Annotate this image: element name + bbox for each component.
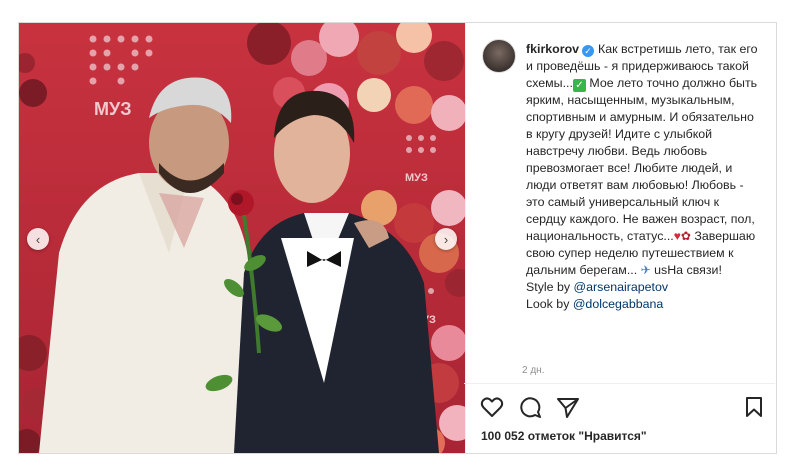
check-mark-emoji-icon: ✓ <box>572 79 586 92</box>
photo-illustration: МУЗ МУЗ МУЗ <box>19 23 465 453</box>
red-heart-emoji-icon: ♥ <box>673 229 681 243</box>
post-date[interactable]: 2 дн. <box>522 365 544 376</box>
avatar[interactable] <box>482 39 516 73</box>
chevron-right-icon[interactable]: › <box>435 228 457 250</box>
look-credit: Look by @dolcegabbana <box>526 297 664 311</box>
post-caption: fkirkorov ✓ Как встретишь лето, так его и … <box>526 41 758 313</box>
rose-emoji-icon: ✿ <box>680 229 691 243</box>
post-photo[interactable]: МУЗ МУЗ МУЗ <box>19 23 465 453</box>
heart-outline-icon[interactable] <box>480 396 504 418</box>
caption-line: национальность, статус... <box>526 229 674 243</box>
person-right <box>234 90 439 453</box>
style-credit: Style by @arsenairapetov <box>526 280 669 294</box>
post-side-panel: fkirkorov ✓ Как встретишь лето, так его и … <box>465 23 776 453</box>
likes-count[interactable]: 100 052 отметок "Нравится" <box>481 429 647 443</box>
caption-line: usНа связи! <box>654 263 722 277</box>
paper-plane-icon[interactable] <box>556 396 580 418</box>
backdrop-logo: МУЗ <box>94 99 131 119</box>
backdrop-logo-small: МУЗ <box>405 172 428 184</box>
caption-line: Как встретишь лето, так <box>598 42 736 56</box>
airplane-emoji-icon: ✈ <box>640 263 651 277</box>
comment-icon[interactable] <box>518 396 542 418</box>
chevron-left-icon[interactable]: ‹ <box>27 228 49 250</box>
username-link[interactable]: fkirkorov <box>526 42 579 56</box>
look-mention-link[interactable]: @dolcegabbana <box>573 297 663 311</box>
style-mention-link[interactable]: @arsenairapetov <box>574 280 669 294</box>
caption-line: каждого. Не важен возраст, пол, <box>569 212 755 226</box>
caption-line: Мое лето точно <box>589 76 679 90</box>
verified-badge-icon: ✓ <box>582 45 595 57</box>
actions-divider <box>464 383 775 384</box>
instagram-post: МУЗ МУЗ МУЗ <box>18 22 777 454</box>
bookmark-icon[interactable] <box>744 396 764 418</box>
